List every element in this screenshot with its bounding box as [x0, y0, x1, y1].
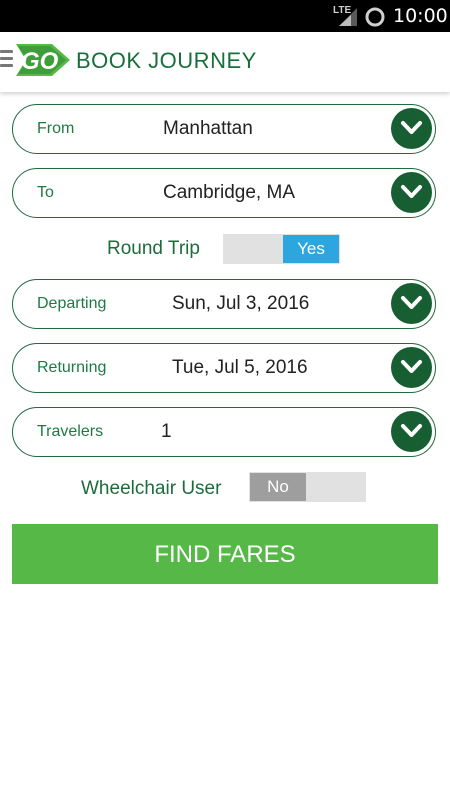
returning-value: Tue, Jul 5, 2016: [172, 357, 308, 378]
from-label: From: [37, 120, 75, 137]
travelers-value: 1: [161, 421, 172, 442]
from-dropdown-button[interactable]: [391, 108, 432, 149]
to-field[interactable]: To Cambridge, MA: [12, 168, 436, 218]
travelers-label: Travelers: [37, 423, 104, 440]
from-field[interactable]: From Manhattan: [12, 104, 436, 154]
returning-dropdown-button[interactable]: [391, 347, 432, 388]
round-trip-toggle[interactable]: Yes: [223, 234, 340, 264]
chevron-down-icon: [401, 121, 422, 134]
round-trip-label: Round Trip: [107, 238, 200, 259]
departing-dropdown-button[interactable]: [391, 283, 432, 324]
departing-field[interactable]: Departing Sun, Jul 3, 2016: [12, 279, 436, 329]
go-logo: GO: [16, 44, 70, 76]
departing-value: Sun, Jul 3, 2016: [172, 293, 310, 314]
to-value: Cambridge, MA: [163, 182, 295, 203]
wheelchair-label: Wheelchair User: [81, 478, 222, 499]
wheelchair-toggle[interactable]: No: [249, 472, 366, 502]
returning-field[interactable]: Returning Tue, Jul 5, 2016: [12, 343, 436, 393]
logo-text: GO: [21, 48, 59, 75]
signal-icon: [339, 8, 357, 26]
to-label: To: [37, 184, 54, 201]
returning-label: Returning: [37, 359, 107, 376]
status-clock: 10:00: [393, 5, 448, 27]
chevron-down-icon: [401, 424, 422, 437]
chevron-down-icon: [401, 296, 422, 309]
to-dropdown-button[interactable]: [391, 172, 432, 213]
wheelchair-toggle-value: No: [250, 473, 306, 501]
round-trip-toggle-value: Yes: [283, 235, 339, 263]
status-bar: LTE 10:00: [0, 0, 450, 32]
app-bar: GO BOOK JOURNEY: [0, 32, 450, 92]
departing-label: Departing: [37, 295, 107, 312]
page-title: BOOK JOURNEY: [76, 48, 257, 73]
battery-icon: [365, 7, 385, 27]
travelers-dropdown-button[interactable]: [391, 411, 432, 452]
chevron-down-icon: [401, 185, 422, 198]
chevron-down-icon: [401, 360, 422, 373]
from-value: Manhattan: [163, 118, 253, 139]
find-fares-button[interactable]: FIND FARES: [12, 524, 438, 584]
travelers-field[interactable]: Travelers 1: [12, 407, 436, 457]
